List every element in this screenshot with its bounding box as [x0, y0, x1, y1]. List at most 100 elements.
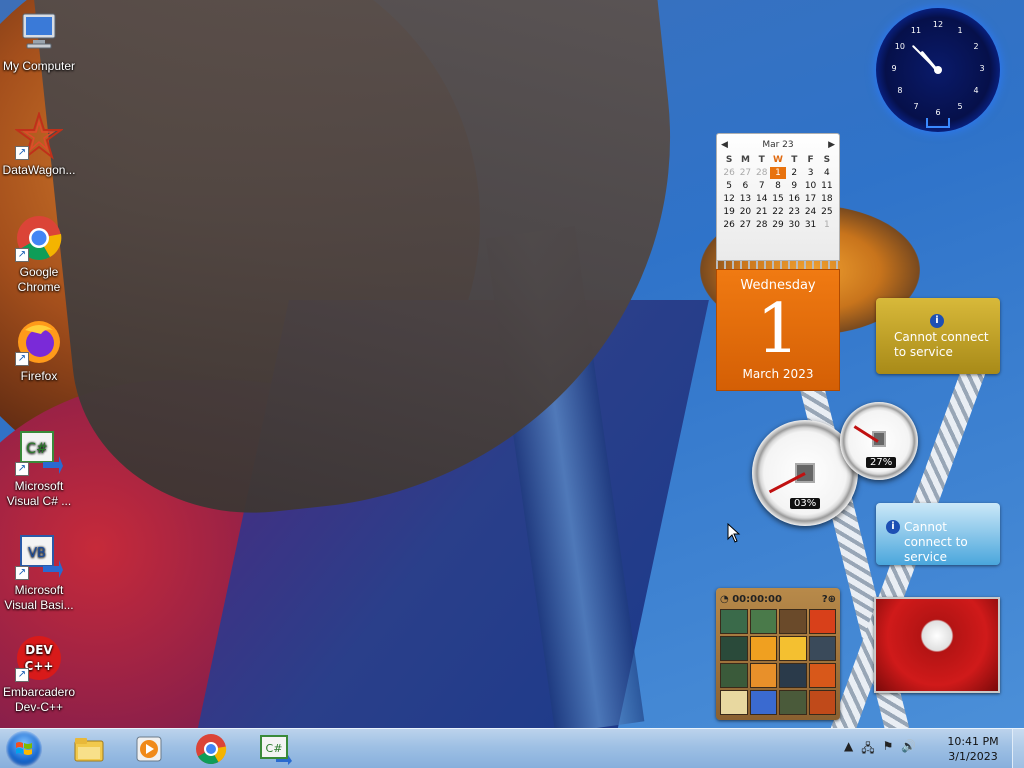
puzzle-tile[interactable]: [749, 690, 777, 715]
calendar-day-cell[interactable]: 11: [819, 180, 835, 192]
taskbar-visual-csharp[interactable]: C#: [258, 733, 292, 765]
desktop-icon-devcpp[interactable]: DEV C++ ↗ Embarcadero Dev-C++: [0, 634, 78, 715]
desktop-icon-firefox[interactable]: ↗ Firefox: [0, 318, 78, 384]
show-desktop-button[interactable]: [1012, 729, 1024, 768]
calendar-day-cell[interactable]: 29: [770, 219, 786, 231]
desktop-icon-visual-basic[interactable]: VB ↗ Microsoft Visual Basi...: [0, 532, 78, 613]
calendar-day-cell[interactable]: 25: [819, 206, 835, 218]
calendar-day-cell[interactable]: 13: [737, 193, 753, 205]
desktop-icon-visual-csharp[interactable]: C# ↗ Microsoft Visual C# ...: [0, 428, 78, 509]
taskbar-clock[interactable]: 10:41 PM 3/1/2023: [940, 734, 1006, 764]
calendar-day-cell[interactable]: 30: [786, 219, 802, 231]
feed-gadget-gold[interactable]: i Cannot connect to service: [876, 298, 1000, 374]
calendar-day-cell[interactable]: 20: [737, 206, 753, 218]
calendar-day-cell[interactable]: 10: [802, 180, 818, 192]
clock-number: 9: [891, 64, 897, 73]
calendar-day-cell[interactable]: 26: [721, 219, 737, 231]
calendar-day-cell[interactable]: 28: [754, 167, 770, 179]
calendar-day-cell[interactable]: 21: [754, 206, 770, 218]
calendar-day-cell[interactable]: 8: [770, 180, 786, 192]
calendar-day-cell[interactable]: 4: [819, 167, 835, 179]
calendar-day-cell[interactable]: 6: [737, 180, 753, 192]
calendar-day-cell[interactable]: 19: [721, 206, 737, 218]
clock-gadget[interactable]: 12 1 2 3 4 5 6 7 8 9 10 11: [876, 8, 1000, 132]
calendar-day-cell[interactable]: 18: [819, 193, 835, 205]
puzzle-tile[interactable]: [808, 690, 836, 715]
puzzle-tile[interactable]: [720, 636, 748, 661]
svg-text:VB: VB: [28, 546, 46, 561]
taskbar-time: 10:41 PM: [947, 735, 999, 748]
desktop-icon-label: Microsoft Visual Basi...: [4, 583, 74, 612]
puzzle-tile[interactable]: [779, 636, 807, 661]
next-month-icon[interactable]: ▶: [828, 140, 835, 150]
calendar-weekday-header: S: [725, 155, 733, 165]
action-center-flag-icon[interactable]: ⚑: [883, 739, 894, 760]
calendar-weekday-header: T: [758, 155, 765, 165]
slideshow-gadget[interactable]: [874, 597, 1000, 693]
calendar-day-cell[interactable]: 24: [802, 206, 818, 218]
calendar-gadget[interactable]: ◀ Mar 23 ▶ S M T W T F S 26 27 28 1 2 3 4 5 6 7 8 9 10 11 12 1…: [716, 133, 840, 391]
taskbar-date: 3/1/2023: [948, 750, 998, 763]
puzzle-tile[interactable]: [779, 663, 807, 688]
taskbar-windows-explorer[interactable]: [72, 733, 106, 765]
puzzle-tile[interactable]: [720, 663, 748, 688]
feed-message: Cannot connect to service: [894, 330, 989, 359]
calendar-day-cell[interactable]: 27: [737, 167, 753, 179]
puzzle-tile[interactable]: [720, 609, 748, 634]
memory-gauge[interactable]: 27%: [840, 402, 918, 480]
shortcut-arrow-icon: ↗: [15, 352, 29, 366]
calendar-weekday-header: F: [807, 155, 814, 165]
calendar-day-cell[interactable]: 16: [786, 193, 802, 205]
puzzle-controls[interactable]: ?⊕: [822, 594, 836, 605]
calendar-day-cell[interactable]: 9: [786, 180, 802, 192]
calendar-weekday-header: S: [823, 155, 831, 165]
calendar-day-cell[interactable]: 12: [721, 193, 737, 205]
desktop-icon-my-computer[interactable]: My Computer: [0, 8, 78, 74]
shortcut-arrow-icon: ↗: [15, 462, 29, 476]
calendar-day-cell[interactable]: 23: [786, 206, 802, 218]
calendar-day-cell[interactable]: 26: [721, 167, 737, 179]
start-button[interactable]: [6, 731, 42, 767]
taskbar-chrome[interactable]: [194, 733, 228, 765]
calendar-day-cell[interactable]: 31: [802, 219, 818, 231]
volume-icon[interactable]: 🔊: [901, 739, 916, 760]
taskbar: C# ▲ 🖧 ⚑ 🔊 10:41 PM 3/1/2023: [0, 728, 1024, 768]
calendar-day-cell[interactable]: 27: [737, 219, 753, 231]
calendar-day-cell[interactable]: 2: [786, 167, 802, 179]
show-hidden-icons-icon[interactable]: ▲: [844, 739, 853, 760]
desktop-icon-google-chrome[interactable]: ↗ Google Chrome: [0, 214, 78, 295]
picture-puzzle-gadget[interactable]: ◔ 00:00:00 ?⊕: [716, 588, 840, 720]
calendar-day-cell[interactable]: 5: [721, 180, 737, 192]
puzzle-tile[interactable]: [779, 609, 807, 634]
calendar-day-cell[interactable]: 1: [819, 219, 835, 231]
puzzle-tile[interactable]: [779, 690, 807, 715]
calendar-day-cell[interactable]: 14: [754, 193, 770, 205]
info-icon: i: [930, 314, 944, 328]
svg-text:C#: C#: [266, 742, 283, 755]
devcpp-icon: DEV C++ ↗: [15, 634, 63, 682]
calendar-day-cell[interactable]: 15: [770, 193, 786, 205]
puzzle-tile[interactable]: [749, 609, 777, 634]
puzzle-tile[interactable]: [720, 690, 748, 715]
calendar-day-cell[interactable]: 7: [754, 180, 770, 192]
puzzle-tile[interactable]: [749, 636, 777, 661]
system-tray: ▲ 🖧 ⚑ 🔊: [844, 739, 916, 760]
windows-logo-icon: [16, 742, 32, 755]
clock-number: 2: [973, 42, 979, 51]
calendar-day-cell[interactable]: 28: [754, 219, 770, 231]
desktop-icon-datawagon[interactable]: ↗ DataWagon...: [0, 110, 78, 178]
prev-month-icon[interactable]: ◀: [721, 140, 728, 150]
network-icon[interactable]: 🖧: [861, 739, 874, 760]
puzzle-tile[interactable]: [749, 663, 777, 688]
chrome-icon: ↗: [15, 214, 63, 262]
puzzle-tile[interactable]: [808, 663, 836, 688]
puzzle-tile[interactable]: [808, 609, 836, 634]
calendar-day-cell[interactable]: 3: [802, 167, 818, 179]
calendar-day-cell[interactable]: 22: [770, 206, 786, 218]
taskbar-media-player[interactable]: [132, 733, 166, 765]
feed-gadget-blue[interactable]: i Cannot connect to service: [876, 503, 1000, 565]
calendar-day-cell[interactable]: 17: [802, 193, 818, 205]
clock-number: 1: [957, 25, 963, 35]
puzzle-tile[interactable]: [808, 636, 836, 661]
calendar-day-cell[interactable]: 1: [769, 167, 787, 179]
